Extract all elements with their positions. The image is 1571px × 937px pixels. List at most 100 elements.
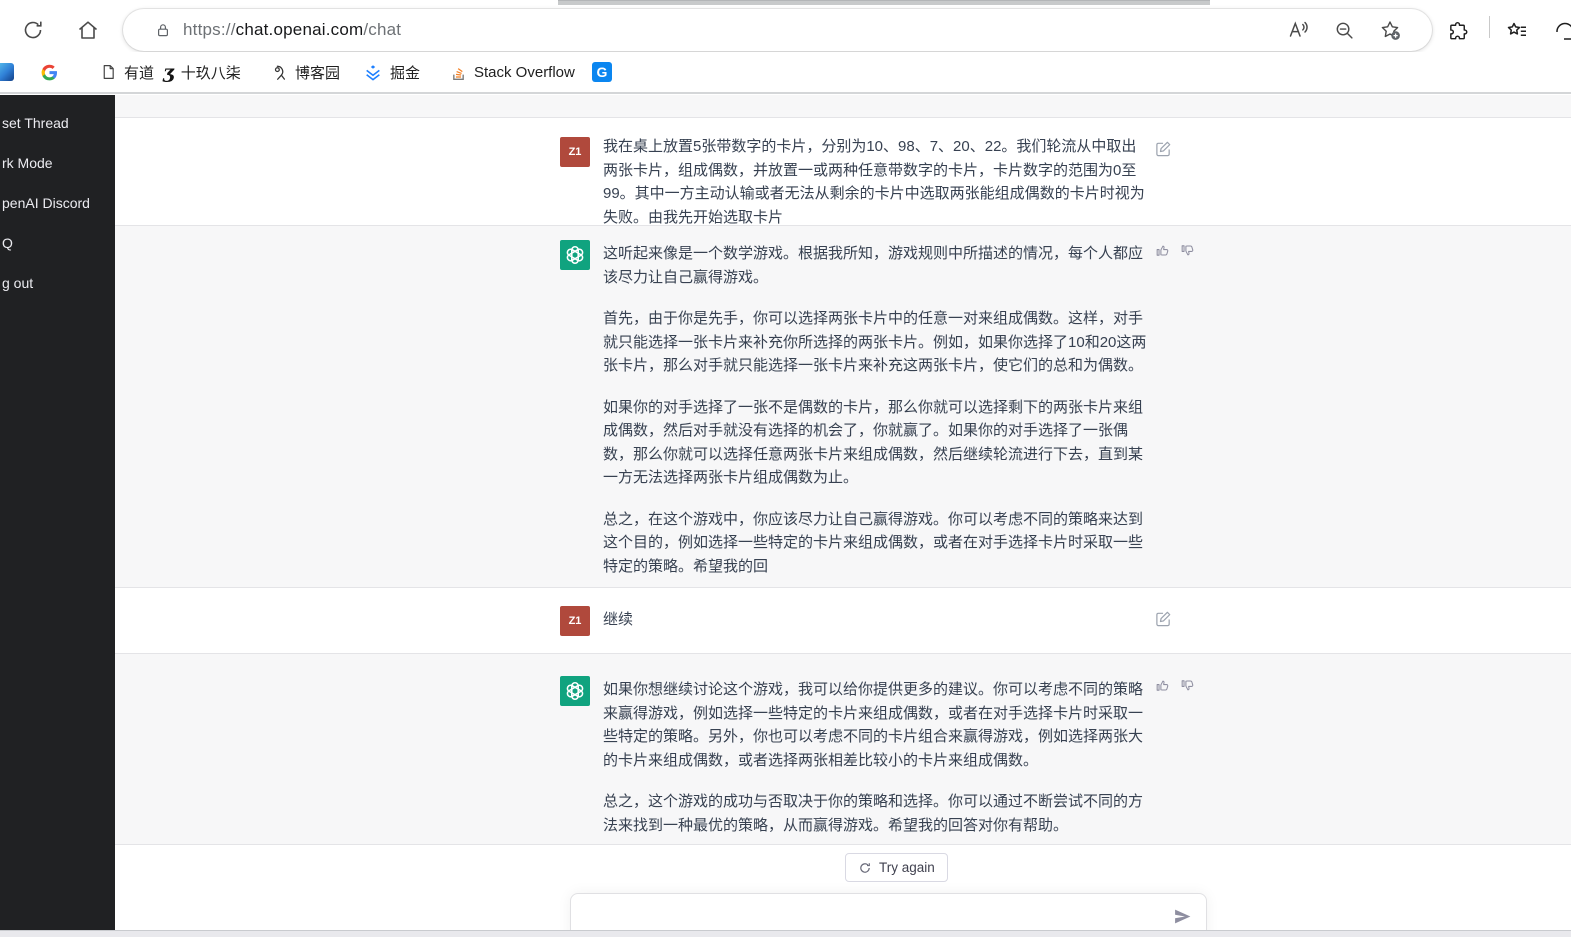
thumbs-down-icon xyxy=(1181,245,1194,256)
sidebar-item-faq[interactable]: Q xyxy=(2,232,115,254)
url-scheme: https:// xyxy=(183,20,236,39)
add-favorite-button[interactable] xyxy=(1375,19,1405,41)
edit-message-button[interactable] xyxy=(1155,610,1172,627)
thumbs-down-icon xyxy=(1181,680,1194,691)
bookmark-label: Stack Overflow xyxy=(474,63,575,81)
address-bar[interactable]: https://chat.openai.com/chat xyxy=(123,9,1432,51)
edit-message-button[interactable] xyxy=(1155,140,1172,157)
try-again-label: Try again xyxy=(879,860,935,875)
bing-icon xyxy=(0,63,14,81)
script-icon: ʒ xyxy=(163,61,174,83)
stackoverflow-icon xyxy=(453,67,464,80)
bookmark-label: 博客园 xyxy=(295,64,341,82)
read-aloud-button[interactable] xyxy=(1283,19,1313,41)
user-avatar-label: Z1 xyxy=(568,146,582,158)
favorites-button[interactable] xyxy=(1500,16,1534,46)
user-avatar: Z1 xyxy=(560,137,590,167)
browser-essentials-icon xyxy=(1556,22,1571,40)
chat-message-assistant: 这听起来像是一个数学游戏。根据我所知，游戏规则中所描述的情况，每个人都应该尽力让… xyxy=(115,225,1571,588)
message-text: 这听起来像是一个数学游戏。根据我所知，游戏规则中所描述的情况，每个人都应该尽力让… xyxy=(603,242,1151,578)
google-icon xyxy=(41,64,58,80)
chatgpt-avatar xyxy=(560,240,590,270)
message-paragraph: 我在桌上放置5张带数字的卡片，分别为10、98、7、20、22。我们轮流从中取出… xyxy=(603,138,1145,226)
message-paragraph: 这听起来像是一个数学游戏。根据我所知，游戏规则中所描述的情况，每个人都应该尽力让… xyxy=(603,245,1144,286)
page-bottom-edge xyxy=(0,930,1571,937)
read-aloud-icon xyxy=(1289,21,1308,37)
refresh-button[interactable] xyxy=(16,15,50,45)
message-paragraph: 首先，由于你是先手，你可以选择两张卡片中的任意一对来组成偶数。这样，对手就只能选… xyxy=(603,310,1147,374)
sidebar-item-label: g out xyxy=(2,275,34,291)
thumbs-down-button[interactable] xyxy=(1180,678,1195,693)
bookmark-cnblogs[interactable]: 博客园 xyxy=(270,52,340,92)
edit-icon xyxy=(1156,141,1171,157)
send-button[interactable] xyxy=(1173,907,1193,927)
message-actions xyxy=(1155,140,1172,157)
g-tile-icon: G xyxy=(592,62,612,82)
user-avatar: Z1 xyxy=(560,606,590,636)
bookmark-bing[interactable] xyxy=(0,52,14,92)
sidebar-item-label: Q xyxy=(2,235,13,251)
juejin-icon xyxy=(366,64,380,81)
message-actions xyxy=(1155,243,1195,258)
sidebar-item-label: penAI Discord xyxy=(2,195,90,211)
lock-icon[interactable] xyxy=(155,20,171,45)
bookmark-g-site[interactable]: G xyxy=(592,52,612,92)
zoom-out-button[interactable] xyxy=(1329,19,1359,41)
browser-toolbar: https://chat.openai.com/chat xyxy=(0,0,1571,52)
message-text: 如果你想继续讨论这个游戏，我可以给你提供更多的建议。你可以考虑不同的策略来赢得游… xyxy=(603,678,1151,837)
bookmark-label: 十玖八柒 xyxy=(180,64,241,82)
chatgpt-avatar xyxy=(560,676,590,706)
chat-sidebar: set Thread rk Mode penAI Discord Q g out xyxy=(0,95,115,930)
thumbs-up-icon xyxy=(1156,680,1169,691)
send-icon xyxy=(1175,909,1191,924)
message-paragraph: 如果你的对手选择了一张不是偶数的卡片，那么你就可以选择剩下的两张卡片来组成偶数，… xyxy=(603,398,1144,487)
message-paragraph: 总之，在这个游戏中，你应该尽力让自己赢得游戏。你可以考虑不同的策略来达到这个目的… xyxy=(603,510,1144,575)
file-icon xyxy=(103,65,114,79)
chat-message-assistant: 如果你想继续讨论这个游戏，我可以给你提供更多的建议。你可以考虑不同的策略来赢得游… xyxy=(115,653,1571,845)
message-actions xyxy=(1155,678,1195,693)
message-text: 我在桌上放置5张带数字的卡片，分别为10、98、7、20、22。我们轮流从中取出… xyxy=(603,135,1151,229)
sidebar-item-label: rk Mode xyxy=(2,155,53,171)
thumbs-up-button[interactable] xyxy=(1155,243,1170,258)
home-icon xyxy=(78,21,98,39)
message-actions xyxy=(1155,610,1172,627)
openai-logo-icon xyxy=(566,245,584,265)
sidebar-item-log-out[interactable]: g out xyxy=(2,272,115,294)
sidebar-item-reset-thread[interactable]: set Thread xyxy=(2,112,115,134)
regenerate-icon xyxy=(860,862,870,873)
refresh-icon xyxy=(24,21,42,39)
favorites-icon xyxy=(1507,22,1526,36)
zoom-out-icon xyxy=(1336,22,1353,39)
edit-icon xyxy=(1156,611,1171,627)
thumbs-up-button[interactable] xyxy=(1155,678,1170,693)
add-favorite-icon xyxy=(1381,21,1400,40)
thumbs-down-button[interactable] xyxy=(1180,243,1195,258)
toolbar-divider xyxy=(1489,16,1490,38)
bookmark-label: 有道 xyxy=(124,64,155,82)
bookmark-shijiubaqi[interactable]: ʒ 十玖八柒 xyxy=(163,52,241,92)
bookmark-stackoverflow[interactable]: Stack Overflow xyxy=(450,52,575,92)
extensions-icon xyxy=(1449,21,1467,39)
openai-logo-icon xyxy=(566,681,584,701)
sidebar-item-openai-discord[interactable]: penAI Discord xyxy=(2,192,115,214)
extensions-button[interactable] xyxy=(1441,16,1475,46)
bookmark-youdao[interactable]: 有道 xyxy=(100,52,154,92)
chat-message-user: Z1 继续 xyxy=(115,588,1571,653)
bookmark-juejin[interactable]: 掘金 xyxy=(363,52,420,92)
message-paragraph: 继续 xyxy=(603,611,634,628)
sidebar-item-dark-mode[interactable]: rk Mode xyxy=(2,152,115,174)
chat-message-user: Z1 我在桌上放置5张带数字的卡片，分别为10、98、7、20、22。我们轮流从… xyxy=(115,118,1571,226)
bookmark-label: 掘金 xyxy=(390,64,421,82)
try-again-button[interactable]: Try again xyxy=(845,853,948,882)
chat-main: Z1 我在桌上放置5张带数字的卡片，分别为10、98、7、20、22。我们轮流从… xyxy=(115,95,1571,937)
thumbs-up-icon xyxy=(1156,245,1169,256)
url-path: /chat xyxy=(363,20,402,39)
message-paragraph: 总之，这个游戏的成功与否取决于你的策略和选择。你可以通过不断尝试不同的方法来找到… xyxy=(603,793,1144,834)
url-text: https://chat.openai.com/chat xyxy=(183,9,401,51)
bookmark-google[interactable] xyxy=(40,52,59,92)
browser-essentials-button[interactable] xyxy=(1548,16,1571,46)
url-domain: chat.openai.com xyxy=(235,20,364,39)
tab-strip-remnant xyxy=(558,0,1210,5)
home-button[interactable] xyxy=(71,15,105,45)
message-paragraph: 如果你想继续讨论这个游戏，我可以给你提供更多的建议。你可以考虑不同的策略来赢得游… xyxy=(603,681,1144,769)
